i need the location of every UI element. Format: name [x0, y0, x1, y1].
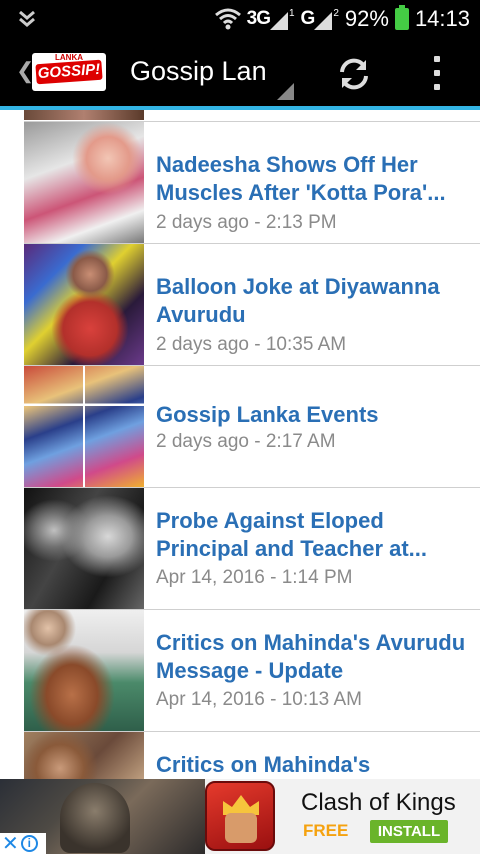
article-headline: Balloon Joke at Diyawanna Avurudu [156, 274, 440, 327]
article-thumbnail [24, 610, 144, 731]
article-thumbnail [24, 244, 144, 365]
article-headline: Nadeesha Shows Off Her Muscles After 'Ko… [156, 152, 446, 205]
article-timestamp: Apr 14, 2016 - 10:13 AM [156, 689, 362, 710]
refresh-icon[interactable] [336, 56, 372, 92]
overflow-menu-icon[interactable] [432, 56, 442, 90]
article-timestamp: Apr 14, 2016 - 1:14 PM [156, 567, 353, 588]
wifi-icon [214, 8, 241, 30]
list-item[interactable]: Critics on Mahinda's Avurudu Message - U… [0, 610, 480, 732]
list-item[interactable]: Probe Against Eloped Principal and Teach… [0, 488, 480, 610]
ad-app-name[interactable]: Clash of Kings [301, 789, 456, 817]
ad-info-icon[interactable]: i [20, 835, 38, 852]
ad-banner[interactable]: Clash of Kings FREE INSTALL ✕ i [0, 779, 480, 854]
article-timestamp: 2 days ago - 2:17 AM [156, 431, 336, 452]
close-ad-icon[interactable]: ✕ [2, 834, 19, 854]
action-bar: ❮ LANKA GOSSIP! Gossip Lanka [0, 38, 480, 106]
status-bar: 3G 1 G 2 92% 14:13 [0, 0, 480, 38]
signal-sim1: 3G 1 [247, 8, 295, 30]
logo-main-text: GOSSIP! [35, 59, 103, 85]
article-thumbnail [24, 488, 144, 609]
article-list[interactable]: Nadeesha Shows Off Her Muscles After 'Ko… [0, 110, 480, 779]
sim-index-2: 2 [333, 8, 339, 19]
install-button[interactable]: INSTALL [370, 820, 448, 843]
crown-icon [223, 795, 259, 815]
article-thumbnail [24, 366, 144, 487]
battery-percent: 92% [344, 6, 389, 31]
article-headline: Gossip Lanka Events [156, 402, 379, 427]
article-timestamp: 2 days ago - 10:35 AM [156, 334, 347, 355]
list-item[interactable]: Balloon Joke at Diyawanna Avurudu 2 days… [0, 244, 480, 366]
article-thumbnail [24, 732, 144, 779]
app-logo[interactable]: LANKA GOSSIP! [32, 53, 106, 91]
ad-choices[interactable]: ✕ i [0, 833, 46, 854]
section-spinner-title[interactable]: Gossip Lanka [130, 56, 266, 87]
app-icon[interactable] [205, 781, 275, 851]
signal-bars-icon [269, 12, 288, 30]
article-timestamp: 2 days ago - 2:13 PM [156, 212, 337, 233]
network-type-2: G [300, 8, 316, 29]
article-headline: Probe Against Eloped Principal and Teach… [156, 508, 428, 561]
network-type-1: 3G [246, 8, 271, 29]
list-item[interactable]: Gossip Lanka Events 2 days ago - 2:17 AM [0, 366, 480, 488]
king-face-icon [225, 813, 257, 843]
article-headline: Critics on Mahinda's Avurudu Message - U… [156, 630, 466, 683]
spinner-dropdown-icon[interactable] [277, 83, 294, 100]
list-item[interactable]: Critics on Mahinda's [0, 732, 480, 779]
ad-price: FREE [303, 821, 349, 840]
warrior-helmet-image [60, 783, 130, 853]
previous-thumbnail-edge [24, 110, 144, 120]
article-thumbnail [24, 122, 144, 243]
article-headline: Critics on Mahinda's [156, 752, 371, 777]
signal-bars-icon [314, 12, 333, 30]
sim-index-1: 1 [288, 8, 295, 19]
battery-icon [394, 5, 409, 30]
clock: 14:13 [414, 6, 470, 31]
list-item[interactable]: Nadeesha Shows Off Her Muscles After 'Ko… [0, 122, 480, 244]
download-notification-icon [19, 10, 35, 27]
signal-sim2: G 2 [301, 8, 339, 30]
